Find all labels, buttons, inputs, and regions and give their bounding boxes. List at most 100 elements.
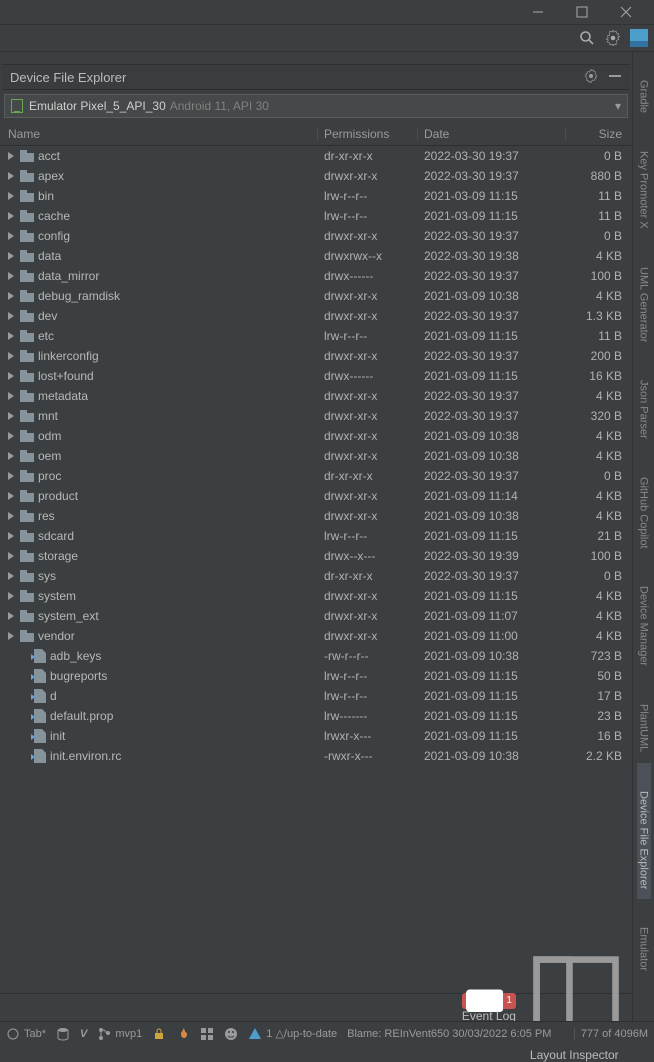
chevron-right-icon[interactable] <box>6 551 16 561</box>
table-row[interactable]: odmdrwxr-xr-x2021-03-09 10:384 KB <box>0 426 632 446</box>
table-row[interactable]: bugreportslrw-r--r--2021-03-09 11:1550 B <box>0 666 632 686</box>
rail-item[interactable]: PlantUML <box>637 676 651 762</box>
table-row[interactable]: initlrwxr-x---2021-03-09 11:1516 B <box>0 726 632 746</box>
table-row[interactable]: cachelrw-r--r--2021-03-09 11:1511 B <box>0 206 632 226</box>
table-row[interactable]: lost+founddrwx------2021-03-09 11:1516 K… <box>0 366 632 386</box>
status-lock-icon[interactable] <box>152 1027 166 1041</box>
event-log-button[interactable]: 1 Event Log <box>462 993 516 1023</box>
chevron-right-icon[interactable] <box>6 591 16 601</box>
row-filename: proc <box>38 469 61 483</box>
table-row[interactable]: procdr-xr-xr-x2022-03-30 19:370 B <box>0 466 632 486</box>
chevron-right-icon[interactable] <box>6 491 16 501</box>
chevron-right-icon[interactable] <box>6 531 16 541</box>
chevron-right-icon[interactable] <box>6 611 16 621</box>
chevron-right-icon[interactable] <box>6 351 16 361</box>
chevron-right-icon[interactable] <box>6 631 16 641</box>
column-date[interactable]: Date <box>418 127 566 141</box>
table-row[interactable]: metadatadrwxr-xr-x2022-03-30 19:374 KB <box>0 386 632 406</box>
chevron-right-icon[interactable] <box>6 431 16 441</box>
table-row[interactable]: etclrw-r--r--2021-03-09 11:1511 B <box>0 326 632 346</box>
table-row[interactable]: sdcardlrw-r--r--2021-03-09 11:1521 B <box>0 526 632 546</box>
table-row[interactable]: acctdr-xr-xr-x2022-03-30 19:370 B <box>0 146 632 166</box>
column-permissions[interactable]: Permissions <box>318 127 418 141</box>
status-flame-icon[interactable] <box>176 1027 190 1041</box>
chevron-right-icon[interactable] <box>6 471 16 481</box>
chevron-right-icon[interactable] <box>6 451 16 461</box>
maximize-button[interactable] <box>560 0 604 24</box>
account-avatar-icon[interactable] <box>630 29 648 47</box>
rail-item-label: Emulator <box>638 927 650 971</box>
status-grid-icon[interactable] <box>200 1027 214 1041</box>
row-filename: dev <box>38 309 57 323</box>
table-row[interactable]: init.environ.rc-rwxr-x---2021-03-09 10:3… <box>0 746 632 766</box>
table-row[interactable]: sysdr-xr-xr-x2022-03-30 19:370 B <box>0 566 632 586</box>
panel-gear-icon[interactable] <box>584 69 598 86</box>
chevron-right-icon[interactable] <box>6 371 16 381</box>
chevron-right-icon[interactable] <box>6 231 16 241</box>
panel-minimize-icon[interactable] <box>608 69 622 86</box>
chevron-right-icon[interactable] <box>6 511 16 521</box>
chevron-right-icon[interactable] <box>6 171 16 181</box>
row-permissions: drwxr-xr-x <box>318 389 418 403</box>
device-selector[interactable]: Emulator Pixel_5_API_30 Android 11, API … <box>4 94 628 118</box>
row-filename: linkerconfig <box>38 349 99 363</box>
status-face-icon[interactable] <box>224 1027 238 1041</box>
status-db-icon[interactable] <box>56 1027 70 1041</box>
layout-inspector-button[interactable]: Layout Inspector <box>530 953 622 1062</box>
row-size: 4 KB <box>566 289 632 303</box>
chevron-right-icon[interactable] <box>6 391 16 401</box>
status-branch[interactable]: mvp1 <box>97 1027 142 1041</box>
table-row[interactable]: binlrw-r--r--2021-03-09 11:1511 B <box>0 186 632 206</box>
settings-gear-icon[interactable] <box>604 29 622 47</box>
table-row[interactable]: vendordrwxr-xr-x2021-03-09 11:004 KB <box>0 626 632 646</box>
chevron-right-icon[interactable] <box>6 571 16 581</box>
chevron-right-icon[interactable] <box>6 151 16 161</box>
row-filename: default.prop <box>50 709 113 723</box>
chevron-right-icon[interactable] <box>6 211 16 221</box>
status-memory[interactable]: 777 of 4096M <box>574 1028 648 1040</box>
rail-item[interactable]: Device Manager <box>637 558 651 676</box>
rail-item[interactable]: Gradle <box>637 52 651 123</box>
status-v-icon[interactable]: V <box>80 1028 87 1040</box>
minimize-button[interactable] <box>516 0 560 24</box>
status-blame[interactable]: Blame: REInVent650 30/03/2022 6:05 PM <box>347 1028 551 1040</box>
rail-item[interactable]: GitHub Copilot <box>637 449 651 559</box>
table-row[interactable]: devdrwxr-xr-x2022-03-30 19:371.3 KB <box>0 306 632 326</box>
column-name[interactable]: Name <box>0 127 318 141</box>
table-row[interactable]: storagedrwx--x---2022-03-30 19:39100 B <box>0 546 632 566</box>
chevron-right-icon[interactable] <box>6 291 16 301</box>
rail-item[interactable]: UML Generator <box>637 239 651 352</box>
table-row[interactable]: linkerconfigdrwxr-xr-x2022-03-30 19:3720… <box>0 346 632 366</box>
table-row[interactable]: datadrwxrwx--x2022-03-30 19:384 KB <box>0 246 632 266</box>
row-size: 17 B <box>566 689 632 703</box>
chevron-right-icon[interactable] <box>6 191 16 201</box>
close-button[interactable] <box>604 0 648 24</box>
table-row[interactable]: apexdrwxr-xr-x2022-03-30 19:37880 B <box>0 166 632 186</box>
rail-item[interactable]: Key Promoter X <box>637 123 651 239</box>
table-row[interactable]: default.proplrw-------2021-03-09 11:1523… <box>0 706 632 726</box>
chevron-right-icon[interactable] <box>6 311 16 321</box>
table-row[interactable]: dlrw-r--r--2021-03-09 11:1517 B <box>0 686 632 706</box>
search-icon[interactable] <box>578 29 596 47</box>
table-row[interactable]: system_extdrwxr-xr-x2021-03-09 11:074 KB <box>0 606 632 626</box>
chevron-right-icon[interactable] <box>6 331 16 341</box>
chevron-right-icon[interactable] <box>6 411 16 421</box>
table-row[interactable]: resdrwxr-xr-x2021-03-09 10:384 KB <box>0 506 632 526</box>
table-row[interactable]: data_mirrordrwx------2022-03-30 19:37100… <box>0 266 632 286</box>
rail-item[interactable]: Device File Explorer <box>637 763 651 899</box>
table-row[interactable]: productdrwxr-xr-x2021-03-09 11:144 KB <box>0 486 632 506</box>
rail-item[interactable]: Json Parser <box>637 352 651 449</box>
chevron-right-icon[interactable] <box>6 271 16 281</box>
column-size[interactable]: Size <box>566 127 632 141</box>
chevron-right-icon[interactable] <box>6 251 16 261</box>
rail-item[interactable]: Emulator <box>637 899 651 981</box>
table-row[interactable]: mntdrwxr-xr-x2022-03-30 19:37320 B <box>0 406 632 426</box>
table-row[interactable]: debug_ramdiskdrwxr-xr-x2021-03-09 10:384… <box>0 286 632 306</box>
status-tab[interactable]: Tab* <box>6 1027 46 1041</box>
status-vcs-changes[interactable]: 1 △/up-to-date <box>248 1027 337 1041</box>
rail-item-label: UML Generator <box>638 267 650 342</box>
table-row[interactable]: adb_keys-rw-r--r--2021-03-09 10:38723 B <box>0 646 632 666</box>
table-row[interactable]: systemdrwxr-xr-x2021-03-09 11:154 KB <box>0 586 632 606</box>
table-row[interactable]: oemdrwxr-xr-x2021-03-09 10:384 KB <box>0 446 632 466</box>
table-row[interactable]: configdrwxr-xr-x2022-03-30 19:370 B <box>0 226 632 246</box>
